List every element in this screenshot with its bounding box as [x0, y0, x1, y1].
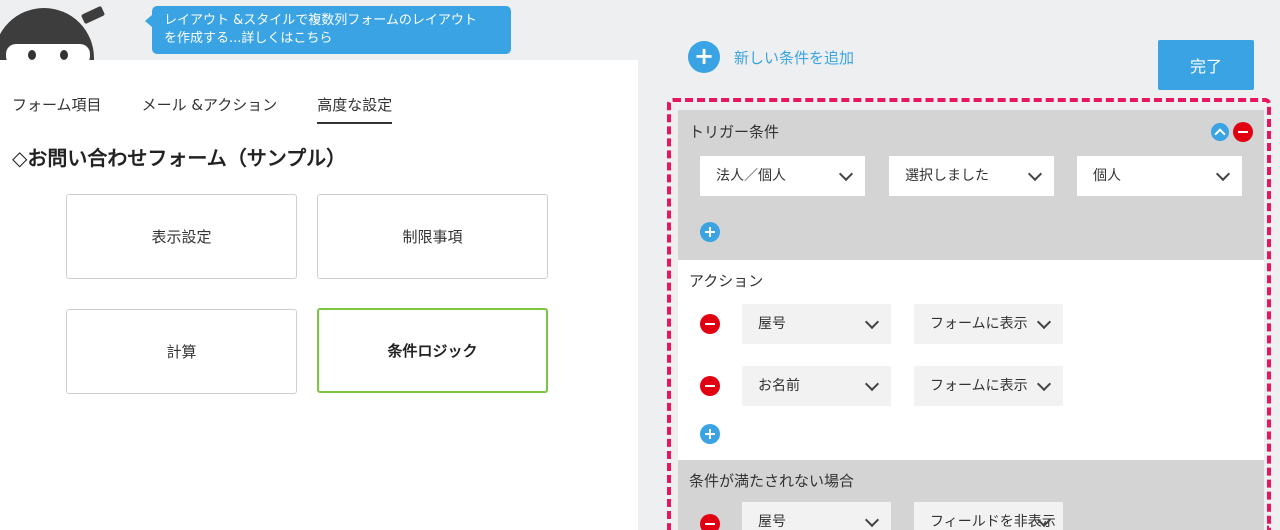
- form-title: ◇お問い合わせフォーム（サンプル）: [12, 146, 347, 170]
- help-tooltip[interactable]: レイアウト &スタイルで複数列フォームのレイアウト を作成する...詳しくはこち…: [145, 6, 511, 54]
- highlight-frame: [667, 98, 1271, 530]
- add-condition-label: 新しい条件を追加: [734, 48, 855, 67]
- done-button[interactable]: 完了: [1158, 40, 1254, 90]
- mascot-eye-left: [28, 50, 36, 60]
- tab-advanced-settings[interactable]: 高度な設定: [317, 94, 393, 124]
- tab-bar: フォーム項目 メール &アクション 高度な設定: [12, 94, 393, 124]
- restrictions-card[interactable]: 制限事項: [317, 194, 548, 279]
- display-settings-card[interactable]: 表示設定: [66, 194, 297, 279]
- settings-panel: フォーム項目 メール &アクション 高度な設定 ◇お問い合わせフォーム（サンプル…: [0, 60, 638, 530]
- calculation-card[interactable]: 計算: [66, 309, 297, 394]
- ninja-mascot-logo: [0, 0, 105, 60]
- tooltip-line-1: レイアウト &スタイルで複数列フォームのレイアウト: [164, 13, 477, 28]
- tab-email-actions[interactable]: メール &アクション: [142, 94, 278, 124]
- mascot-face: [6, 44, 90, 60]
- tab-form-fields[interactable]: フォーム項目: [12, 94, 102, 124]
- add-condition-button[interactable]: + 新しい条件を追加: [688, 41, 854, 73]
- tooltip-line-2: を作成する...詳しくはこちら: [164, 31, 333, 46]
- plus-circle-icon: +: [688, 41, 720, 73]
- conditional-logic-card[interactable]: 条件ロジック: [317, 308, 548, 393]
- mascot-eye-right: [60, 50, 68, 60]
- mascot-headband-tail: [80, 5, 105, 25]
